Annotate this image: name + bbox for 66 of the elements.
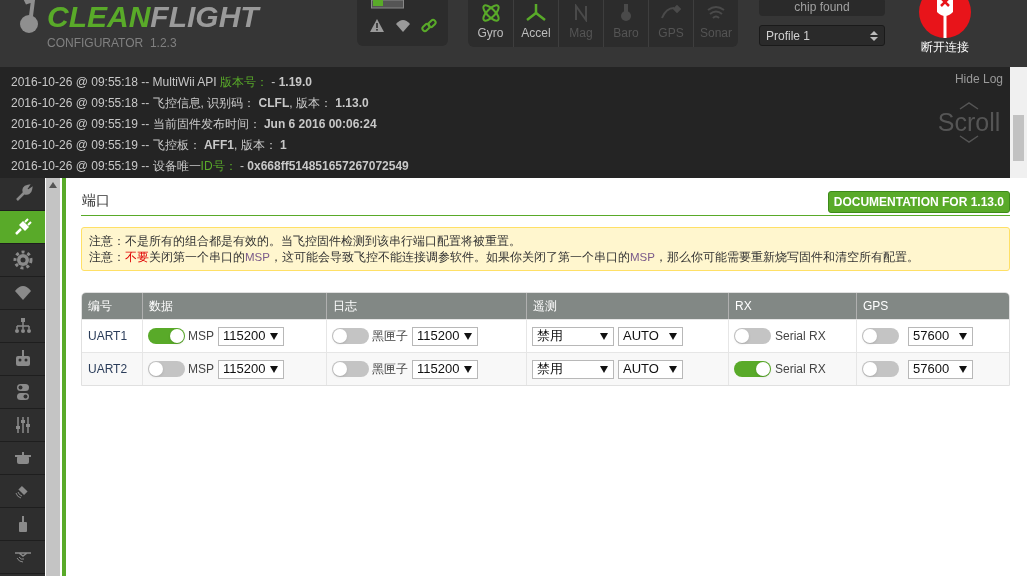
caret-icon (464, 365, 472, 373)
log-line: 2016-10-26 @ 09:55:19 -- 飞控板： AFF1, 版本： 1 (11, 137, 288, 154)
toggle-switch[interactable] (148, 361, 185, 377)
log-line: 2016-10-26 @ 09:55:18 -- MultiWii API 版本号： - 1.19.0 (11, 74, 313, 91)
notice-text: 注意：不是所有的组合都是有效的。当飞控固件检测到该串行端口配置将被重置。 (89, 234, 522, 249)
log-line: 2016-10-26 @ 09:55:19 -- 设备唯一ID号： - 0x668ff514851657267072549 (11, 158, 410, 175)
notice-text: 注意：不要关闭第一个串口的MSP，这可能会导致飞控不能连接调参软件。如果你关闭了第一个串口的MSP，那么你可能需要重新烧写固件和清空所有配置。 (89, 250, 920, 265)
caret-icon (669, 365, 677, 373)
gyro-sensor-icon (479, 4, 502, 22)
caret-icon (669, 332, 677, 340)
scrollbar[interactable] (46, 178, 60, 576)
caret-icon (270, 332, 278, 340)
sensor-label: Gyro (477, 25, 504, 42)
caret-icon (464, 332, 472, 340)
toggle-label: 黑匣子 (372, 328, 408, 345)
chevron-down-icon (959, 135, 979, 143)
toggle-label: 黑匣子 (372, 361, 408, 378)
caret-icon (600, 332, 608, 340)
toggle-switch[interactable] (734, 361, 771, 377)
dropdown[interactable]: 115200 (218, 359, 284, 379)
column-header: 编号 (87, 298, 113, 315)
scrollbar[interactable] (1010, 67, 1027, 178)
scroll-up-arrow-icon[interactable] (49, 182, 57, 188)
page-title: 端口 (81, 191, 110, 210)
port-name: UART1 (88, 328, 128, 345)
usb-disconnect-icon (919, 0, 971, 38)
disconnect-button[interactable]: 断开连接 (912, 0, 978, 56)
accel-sensor-icon (525, 4, 547, 22)
toggle-switch[interactable] (148, 328, 185, 344)
toggle-label: Serial RX (775, 328, 826, 345)
caret-icon (959, 365, 967, 373)
log-line: 2016-10-26 @ 09:55:19 -- 当前固件发布时间： Jun 6 2016 00:06:24 (11, 116, 378, 133)
dropdown[interactable]: AUTO (618, 359, 683, 379)
dropdown[interactable]: 禁用 (532, 359, 614, 379)
dropdown[interactable]: 57600 (908, 326, 973, 346)
dropdown[interactable]: 57600 (908, 359, 973, 379)
dropdown[interactable]: 115200 (412, 326, 478, 346)
dropdown[interactable]: AUTO (618, 326, 683, 346)
toggle-label: MSP (188, 328, 214, 345)
log-line: 2016-10-26 @ 09:55:18 -- 飞控信息, 识别码： CLFL, 版本： 1.13.0 (11, 95, 370, 112)
chevron-up-icon (959, 102, 979, 110)
caret-icon (959, 332, 967, 340)
dropdown[interactable]: 115200 (412, 359, 478, 379)
port-name: UART2 (88, 361, 128, 378)
toggle-switch[interactable] (332, 328, 369, 344)
toggle-switch[interactable] (862, 328, 899, 344)
toggle-switch[interactable] (332, 361, 369, 377)
toggle-switch[interactable] (862, 361, 899, 377)
sensor-label: Accel (521, 25, 551, 42)
updown-caret-icon (870, 29, 878, 42)
caret-icon (600, 365, 608, 373)
version-label: CONFIGURATOR 1.2.3 (47, 35, 178, 52)
chip-status: chip found (759, 0, 885, 16)
tree-icon (12, 316, 33, 336)
dropdown[interactable]: 115200 (218, 326, 284, 346)
toggle-label: MSP (188, 361, 214, 378)
logo: CLEANFLIGHT (47, 0, 262, 34)
caret-icon (270, 365, 278, 373)
profile-dropdown[interactable]: Profile 1 (759, 25, 885, 46)
gear-icon (12, 250, 33, 270)
toggle-switch[interactable] (734, 328, 771, 344)
hide-log-link[interactable]: Hide Log (954, 70, 1003, 88)
battery-icon (370, 0, 405, 10)
sidebar-tab[interactable] (0, 211, 45, 244)
dropdown[interactable]: 禁用 (532, 326, 614, 346)
toggle-label: Serial RX (775, 361, 826, 378)
